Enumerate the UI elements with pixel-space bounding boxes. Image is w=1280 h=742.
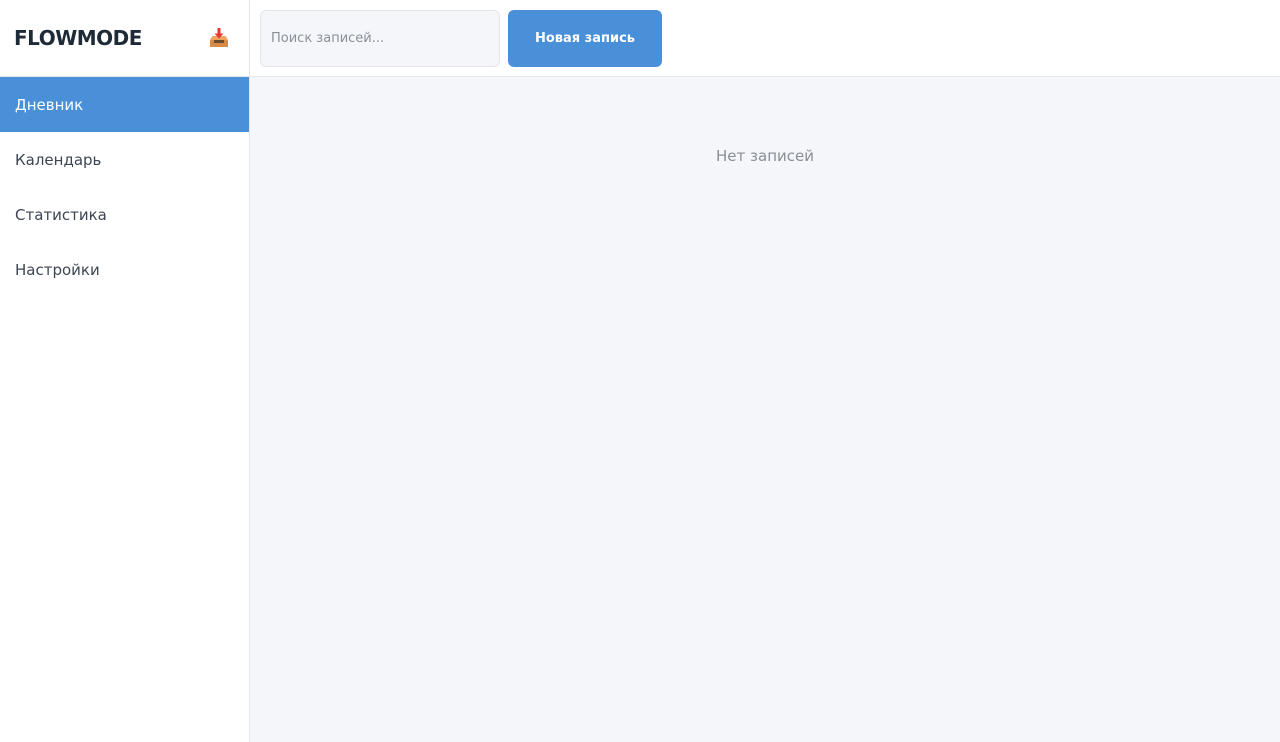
sidebar-item-statistics[interactable]: Статистика	[0, 187, 249, 242]
sidebar-nav: Дневник Календарь Статистика Настройки	[0, 77, 249, 297]
inbox-tray-glyph	[210, 28, 228, 47]
app-logo: FLOWMODE	[14, 26, 142, 50]
entries-panel: Нет записей	[250, 77, 1280, 742]
sidebar-item-diary[interactable]: Дневник	[0, 77, 249, 132]
sidebar-item-label: Дневник	[15, 95, 84, 114]
sidebar: FLOWMODE Дневник Календарь Статистика На…	[0, 0, 250, 742]
sidebar-item-label: Статистика	[15, 205, 107, 224]
inbox-tray-icon[interactable]	[205, 24, 233, 52]
sidebar-item-label: Календарь	[15, 150, 102, 169]
search-input[interactable]	[260, 9, 500, 67]
top-bar: Новая запись	[250, 0, 1280, 77]
app-window: FLOWMODE Дневник Календарь Статистика На…	[0, 0, 1280, 742]
sidebar-item-label: Настройки	[15, 260, 100, 279]
new-entry-button[interactable]: Новая запись	[508, 9, 662, 67]
empty-state-text: Нет записей	[716, 147, 814, 165]
sidebar-item-calendar[interactable]: Календарь	[0, 132, 249, 187]
sidebar-brand: FLOWMODE	[0, 0, 249, 77]
sidebar-item-settings[interactable]: Настройки	[0, 242, 249, 297]
